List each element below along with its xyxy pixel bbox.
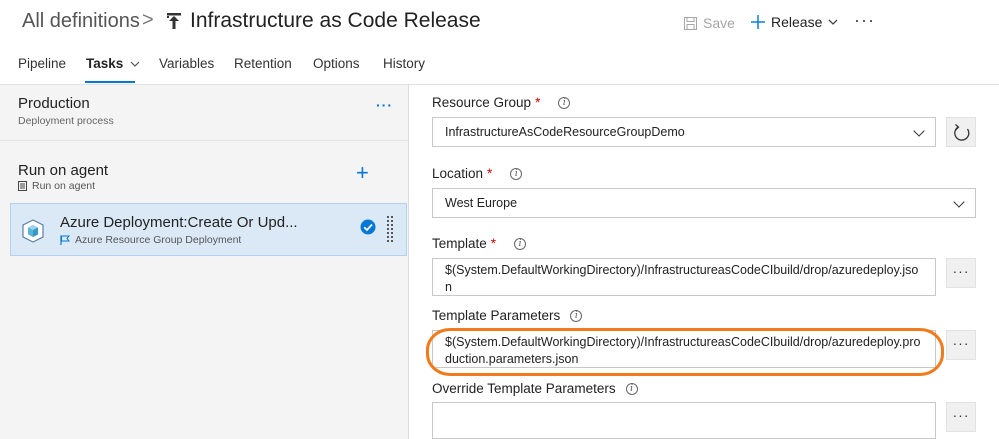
location-value: West Europe (445, 196, 518, 210)
refresh-button[interactable] (946, 117, 976, 147)
override-parameters-input[interactable] (432, 402, 936, 439)
info-icon[interactable]: i (510, 167, 523, 180)
drag-handle-icon[interactable] (386, 215, 394, 243)
resource-group-select[interactable]: InfrastructureAsCodeResourceGroupDemo (432, 117, 936, 147)
tab-history[interactable]: History (383, 56, 425, 71)
save-icon (684, 16, 697, 30)
tab-variables[interactable]: Variables (159, 56, 214, 71)
task-enabled-check-icon (360, 219, 376, 235)
save-button[interactable]: Save (684, 15, 735, 31)
tab-tasks-label: Tasks (86, 56, 124, 71)
info-icon[interactable]: i (625, 382, 638, 395)
refresh-icon (954, 124, 970, 141)
more-actions-button[interactable]: ··· (854, 10, 875, 31)
resource-group-label-text: Resource Group (432, 95, 532, 110)
flag-icon (60, 235, 70, 245)
template-input[interactable]: $(System.DefaultWorkingDirectory)/Infras… (432, 258, 936, 296)
info-icon[interactable]: i (570, 309, 583, 322)
agent-job-subtitle: Run on agent (18, 180, 95, 192)
stage-name[interactable]: Production (18, 95, 90, 112)
resource-group-label: Resource Group * i (432, 95, 571, 110)
azure-resource-group-icon (22, 219, 44, 243)
task-subtitle-text: Azure Resource Group Deployment (75, 234, 242, 246)
template-value: $(System.DefaultWorkingDirectory)/Infras… (445, 263, 919, 294)
required-marker: * (535, 95, 541, 110)
release-button[interactable]: Release (751, 14, 838, 30)
add-task-button[interactable]: + (356, 162, 369, 184)
location-label: Location * i (432, 166, 523, 181)
stage-subtitle: Deployment process (18, 115, 114, 127)
release-definition-icon (167, 13, 181, 29)
info-icon[interactable]: i (558, 96, 571, 109)
server-icon (18, 181, 27, 191)
required-marker: * (490, 236, 497, 251)
resource-group-value: InfrastructureAsCodeResourceGroupDemo (445, 125, 685, 139)
task-name: Azure Deployment:Create Or Upd... (60, 214, 298, 231)
panel-divider[interactable] (408, 85, 409, 439)
breadcrumb-all-definitions[interactable]: All definitions (22, 10, 140, 33)
template-label-text: Template (432, 236, 487, 251)
tab-options[interactable]: Options (313, 56, 360, 71)
override-parameters-label-text: Override Template Parameters (432, 381, 616, 396)
template-parameters-label: Template Parameters i (432, 308, 583, 323)
template-label: Template * i (432, 236, 527, 251)
template-parameters-label-text: Template Parameters (432, 308, 561, 323)
release-label: Release (771, 14, 823, 30)
plus-icon (751, 15, 765, 29)
override-parameters-edit-button[interactable]: ··· (946, 402, 976, 432)
task-subtitle: Azure Resource Group Deployment (60, 234, 241, 246)
stage-divider (0, 140, 408, 141)
stage-more-button[interactable]: ··· (376, 97, 393, 113)
tasks-panel (0, 85, 408, 439)
active-tab-indicator (85, 81, 135, 83)
save-label: Save (703, 15, 735, 31)
template-parameters-browse-button[interactable]: ··· (946, 330, 976, 360)
location-select[interactable]: West Europe (432, 188, 976, 218)
location-label-text: Location (432, 166, 484, 181)
tab-pipeline[interactable]: Pipeline (18, 56, 66, 71)
chevron-down-icon (130, 61, 140, 67)
template-browse-button[interactable]: ··· (946, 258, 976, 288)
chevron-down-icon (953, 196, 965, 208)
override-parameters-label: Override Template Parameters i (432, 381, 638, 396)
agent-job-subtitle-text: Run on agent (32, 180, 96, 192)
info-icon[interactable]: i (514, 237, 527, 250)
highlight-annotation (426, 328, 944, 376)
tab-tasks[interactable]: Tasks (86, 56, 140, 71)
page-title: Infrastructure as Code Release (190, 9, 481, 32)
required-marker: * (487, 166, 493, 181)
breadcrumb-separator: > (142, 9, 154, 31)
tab-retention[interactable]: Retention (234, 56, 292, 71)
chevron-down-icon (913, 125, 925, 137)
chevron-down-icon (828, 19, 838, 25)
agent-job-name[interactable]: Run on agent (18, 162, 108, 179)
